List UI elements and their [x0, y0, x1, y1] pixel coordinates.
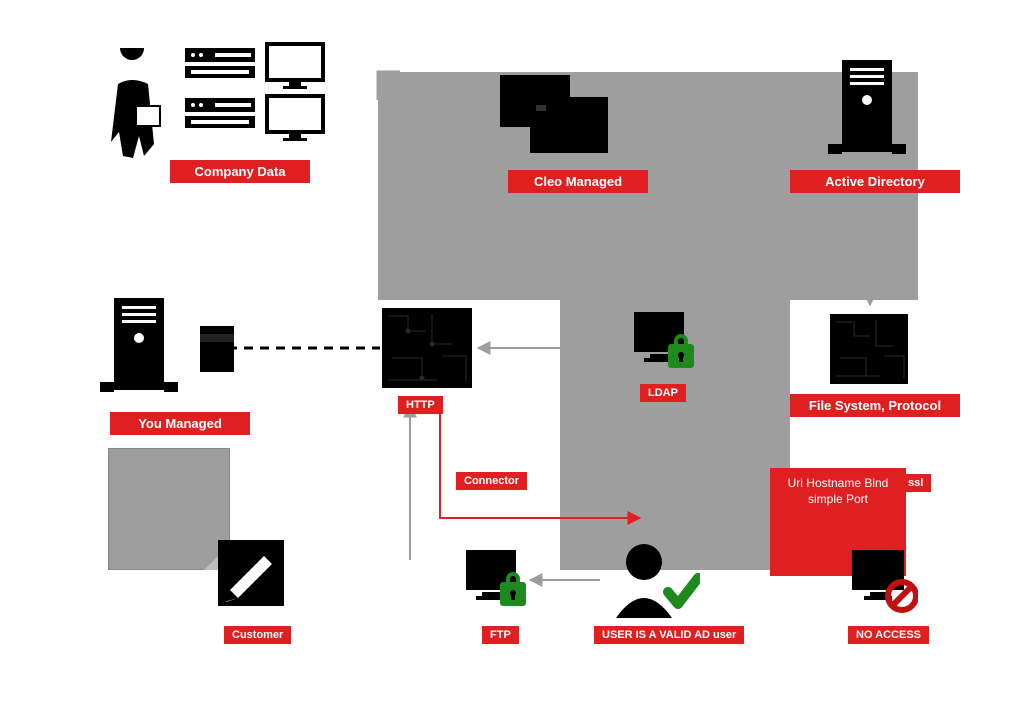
ldap-label: LDAP — [640, 384, 686, 402]
uri-hostname-text: Uri Hostname Bind simple Port — [788, 476, 889, 506]
active-directory-tower-icon — [828, 60, 906, 160]
you-managed-tower-icon — [100, 298, 178, 398]
user-check-icon — [610, 540, 700, 618]
pencil-icon — [218, 540, 284, 606]
ftp-label: FTP — [482, 626, 519, 644]
diagram-stage: Company Data Cleo Managed Active Directo… — [0, 0, 1024, 720]
sticky-note-icon — [108, 448, 230, 570]
stacked-servers-icon — [500, 75, 610, 155]
stripe-card-icon — [200, 326, 234, 372]
filesystem-label: File System, Protocol — [790, 394, 960, 417]
no-access-label: NO ACCESS — [848, 626, 929, 644]
company-data-label: Company Data — [170, 160, 310, 183]
person-with-papers-icon — [100, 48, 170, 158]
http-circuit-panel-icon — [382, 308, 472, 388]
no-access-computer-icon — [848, 548, 918, 614]
validation-label: USER IS A VALID AD user — [594, 626, 744, 644]
ftp-computer-lock-icon — [462, 548, 528, 612]
customer-label: Customer — [224, 626, 291, 644]
connector-label: Connector — [456, 472, 527, 490]
active-directory-label: Active Directory — [790, 170, 960, 193]
network-server-icon-2 — [185, 98, 255, 128]
filesystem-circuit-panel-icon — [830, 314, 908, 384]
monitor-icon-1 — [265, 42, 325, 90]
http-label: HTTP — [398, 396, 443, 414]
network-server-icon-1 — [185, 48, 255, 78]
cleo-managed-label: Cleo Managed — [508, 170, 648, 193]
ssl-label: ssl — [900, 474, 931, 492]
monitor-icon-2 — [265, 94, 325, 142]
you-managed-label: You Managed — [110, 412, 250, 435]
ldap-computer-lock-icon — [630, 310, 696, 374]
